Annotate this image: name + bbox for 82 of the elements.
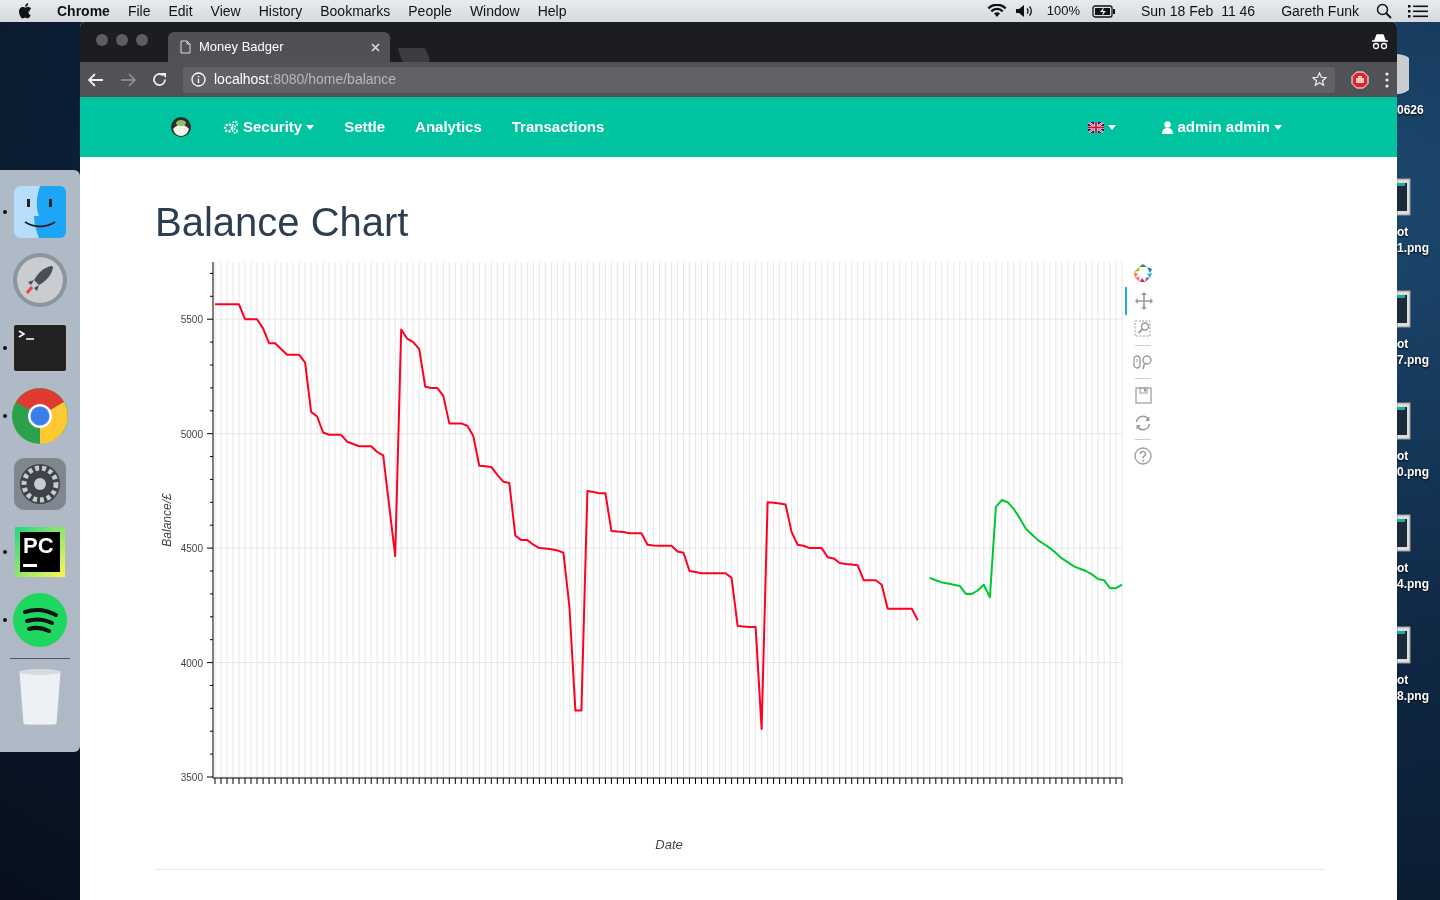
ide-logo-icon[interactable]: PC xyxy=(15,527,65,577)
balance-line-chart[interactable]: 3500 4000 4500 5000 5500 Balance/£ Date xyxy=(155,255,1125,855)
file-name[interactable]: 4.png xyxy=(1397,576,1440,592)
badger-logo-icon[interactable] xyxy=(170,116,192,138)
more-menu-icon[interactable] xyxy=(1385,71,1389,88)
browser-tab[interactable]: Money Badger xyxy=(168,32,390,62)
star-icon[interactable] xyxy=(1312,72,1327,87)
rocket-icon[interactable] xyxy=(12,252,68,308)
gear-icon[interactable] xyxy=(13,457,67,511)
y-tick-label: 3500 xyxy=(180,772,203,783)
image-file-icon[interactable] xyxy=(1397,514,1413,552)
user-icon xyxy=(1162,120,1174,134)
image-file-icon[interactable] xyxy=(1397,290,1413,328)
file-name[interactable]: ot xyxy=(1397,560,1440,576)
running-indicator xyxy=(3,618,7,622)
running-indicator xyxy=(3,414,7,418)
menu-item[interactable]: Help xyxy=(528,0,576,22)
menu-item[interactable]: Bookmarks xyxy=(311,0,400,22)
wheel-zoom-icon[interactable] xyxy=(1133,354,1153,370)
y-axis-label: Balance/£ xyxy=(160,493,174,547)
volume-icon[interactable] xyxy=(1014,4,1035,18)
running-indicator xyxy=(3,346,7,350)
stop-hand-icon[interactable] xyxy=(1351,70,1369,89)
running-indicator xyxy=(3,210,7,214)
y-tick-label: 4000 xyxy=(180,657,203,669)
help-icon[interactable] xyxy=(1134,447,1152,465)
page-title: Balance Chart xyxy=(155,199,410,246)
y-tick-label: 5000 xyxy=(180,428,203,440)
y-tick-label: 4500 xyxy=(180,543,203,555)
caret-icon xyxy=(1274,124,1282,130)
gears-icon xyxy=(223,120,239,134)
minimize-window-button[interactable] xyxy=(116,34,128,46)
x-axis-label: Date xyxy=(655,837,683,852)
browser-logo-icon[interactable] xyxy=(11,387,69,445)
search-icon[interactable] xyxy=(1376,3,1392,19)
close-icon[interactable] xyxy=(371,42,380,52)
file-name[interactable]: 0626 xyxy=(1397,102,1440,118)
app-menu[interactable]: Chrome xyxy=(48,0,119,22)
menu-item[interactable]: File xyxy=(118,0,160,22)
clock[interactable]: Sun 18 Feb 11 46 xyxy=(1132,0,1265,22)
y-tick-label: 5500 xyxy=(180,314,203,326)
wifi-icon[interactable] xyxy=(986,4,1007,18)
image-file-icon[interactable] xyxy=(1397,402,1413,440)
image-file-icon[interactable] xyxy=(1397,178,1413,216)
menu-item[interactable]: Edit xyxy=(159,0,202,22)
file-name[interactable]: 8.png xyxy=(1397,688,1440,704)
music-logo-icon[interactable] xyxy=(12,592,68,648)
battery-icon[interactable] xyxy=(1092,4,1116,18)
file-name[interactable]: ot xyxy=(1397,672,1440,688)
pan-move-icon[interactable] xyxy=(1135,292,1153,310)
file-name[interactable]: 0.png xyxy=(1397,464,1440,480)
document-icon xyxy=(180,40,191,54)
image-file-icon[interactable] xyxy=(1397,626,1413,664)
zoom-window-button[interactable] xyxy=(136,34,148,46)
info-icon[interactable] xyxy=(191,72,206,87)
file-name[interactable]: ot xyxy=(1397,224,1440,240)
running-indicator xyxy=(3,550,7,554)
close-window-button[interactable] xyxy=(96,34,108,46)
reset-icon[interactable] xyxy=(1134,415,1152,431)
battery-percentage: 100% xyxy=(1045,2,1081,20)
address-field[interactable]: localhost:8080/home/balance xyxy=(214,69,397,90)
incognito-icon xyxy=(1371,34,1389,50)
back-arrow-icon[interactable] xyxy=(88,72,104,87)
smiling-face-icon[interactable] xyxy=(13,185,67,239)
menu-item[interactable]: People xyxy=(399,0,461,22)
menu-item[interactable]: View xyxy=(201,0,250,22)
user-name[interactable]: Gareth Funk xyxy=(1272,0,1368,22)
reload-icon[interactable] xyxy=(152,72,167,87)
plot-logo-icon[interactable] xyxy=(1133,263,1153,283)
apple-icon[interactable] xyxy=(18,3,32,19)
file-name[interactable]: ot xyxy=(1397,336,1440,352)
notification-list-icon[interactable] xyxy=(1408,4,1428,18)
caret-icon xyxy=(1108,124,1117,130)
file-name[interactable]: ot xyxy=(1397,448,1440,464)
box-zoom-icon[interactable] xyxy=(1134,320,1152,338)
file-name[interactable]: 1.png xyxy=(1397,240,1440,256)
caret-icon xyxy=(306,124,315,130)
union-flag-icon xyxy=(1088,121,1105,133)
menu-item[interactable]: History xyxy=(249,0,312,22)
menu-item[interactable]: Window xyxy=(460,0,529,22)
file-name[interactable]: 7.png xyxy=(1397,352,1440,368)
terminal-icon[interactable] xyxy=(12,323,68,373)
